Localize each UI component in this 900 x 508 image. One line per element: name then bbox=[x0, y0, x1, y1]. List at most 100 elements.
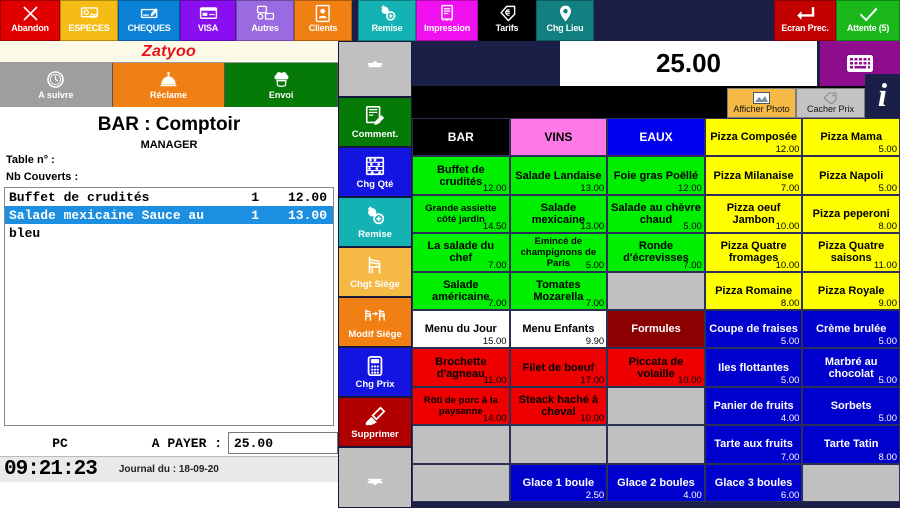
product-button-buffet-de-crudites[interactable]: Buffet de crudités 12.00 bbox=[412, 156, 510, 195]
toolbar-button-tarifs[interactable]: Tarifs bbox=[478, 0, 536, 41]
toolbar-button-attente-5[interactable]: Attente (5) bbox=[836, 0, 900, 41]
action-button-comment[interactable]: Comment. bbox=[338, 97, 412, 147]
product-button-pizza-romaine[interactable]: Pizza Romaine 8.00 bbox=[704, 271, 803, 310]
product-button-tarte-tatin[interactable]: Tarte Tatin 8.00 bbox=[802, 425, 900, 464]
action-button-chg-prix[interactable]: Chg Prix bbox=[338, 347, 412, 397]
ticket-line[interactable]: bleu bbox=[5, 224, 333, 242]
toolbar-button-chg-lieu[interactable]: Chg Lieu bbox=[536, 0, 594, 41]
tag-euro-icon bbox=[499, 5, 515, 22]
toolbar-button-especes[interactable]: ESPECES bbox=[60, 0, 118, 41]
product-button-grande-assiette-cote-jardin[interactable]: Grande assiette côté jardin 14.50 bbox=[412, 194, 510, 234]
pay-amount-field[interactable]: 25.00 bbox=[228, 432, 338, 454]
toolbar-button-autres[interactable]: Autres bbox=[236, 0, 294, 41]
toolbar-button-remise[interactable]: Remise bbox=[358, 0, 416, 41]
status-button-label: A suivre bbox=[38, 90, 74, 100]
product-name: Glace 2 boules bbox=[617, 476, 695, 489]
action-button-modif-si-ge[interactable]: Modif Siège bbox=[338, 297, 412, 347]
product-button-marbre-au-chocolat[interactable]: Marbré au chocolat 5.00 bbox=[802, 348, 900, 387]
status-button-a-suivre[interactable]: A suivre bbox=[0, 63, 113, 107]
product-button-creme-brulee[interactable]: Crème brulée 5.00 bbox=[802, 309, 900, 349]
product-button-empty bbox=[802, 463, 900, 502]
product-button-panier-de-fruits[interactable]: Panier de fruits 4.00 bbox=[704, 386, 803, 426]
product-button-empty bbox=[607, 271, 705, 310]
info-icon[interactable]: i bbox=[865, 74, 900, 118]
product-button-pizza-quatre-fromages[interactable]: Pizza Quatre fromages 10.00 bbox=[704, 233, 803, 272]
product-button-brochette-d-agneau[interactable]: Brochette d'agneau 11.00 bbox=[412, 348, 510, 387]
ticket-line[interactable]: Salade mexicaine Sauce au 1 13.00 bbox=[5, 206, 333, 224]
category-button-eaux[interactable]: EAUX bbox=[607, 118, 705, 157]
toolbar-button-clients[interactable]: Clients bbox=[294, 0, 352, 41]
product-button-pizza-quatre-saisons[interactable]: Pizza Quatre saisons 11.00 bbox=[802, 233, 900, 272]
product-button-glace-2-boules[interactable]: Glace 2 boules 4.00 bbox=[607, 463, 705, 502]
action-button-scroll-down[interactable] bbox=[338, 447, 412, 508]
status-button-r-clame[interactable]: Réclame bbox=[112, 63, 226, 107]
action-button-remise[interactable]: Remise bbox=[338, 197, 412, 247]
product-button-coupe-de-fraises[interactable]: Coupe de fraises 5.00 bbox=[704, 309, 803, 349]
product-button-pizza-napoli[interactable]: Pizza Napoli 5.00 bbox=[802, 156, 900, 195]
clock-icon bbox=[47, 71, 65, 88]
action-button-label: Comment. bbox=[351, 128, 399, 140]
total-amount: 25.00 bbox=[655, 48, 722, 78]
product-button-filet-de-boeuf[interactable]: Filet de boeuf 17.00 bbox=[509, 348, 608, 387]
toolbar-button-label: Chg Lieu bbox=[546, 23, 584, 33]
scroll-up-icon bbox=[367, 60, 383, 68]
show-photo-button[interactable]: Afficher Photo bbox=[727, 88, 796, 118]
product-button-piccata-de-volaille[interactable]: Piccata de volaille 10.00 bbox=[607, 348, 705, 387]
toolbar-button-impression[interactable]: Impression bbox=[416, 0, 478, 41]
product-button-tarte-aux-fruits[interactable]: Tarte aux fruits 7.00 bbox=[704, 425, 803, 464]
product-price: 5.00 bbox=[683, 221, 702, 233]
product-button-tomates-mozarella[interactable]: Tomates Mozarella 7.00 bbox=[509, 271, 608, 310]
toolbar-button-label: Abandon bbox=[11, 23, 49, 33]
toolbar-button-ecran-prec[interactable]: Ecran Prec. bbox=[774, 0, 836, 41]
product-button-menu-du-jour[interactable]: Menu du Jour 15.00 bbox=[412, 309, 510, 349]
product-button-la-salade-du-chef[interactable]: La salade du chef 7.00 bbox=[412, 233, 510, 272]
product-button-salade-landaise[interactable]: Salade Landaise 13.00 bbox=[509, 156, 608, 195]
product-button-emince-de-champignons-de-paris[interactable]: Emincé de champignons de Paris 5.00 bbox=[509, 233, 608, 272]
ticket-line[interactable]: Buffet de crudités 1 12.00 bbox=[5, 188, 333, 206]
category-button-bar[interactable]: BAR bbox=[412, 118, 510, 157]
product-price: 7.00 bbox=[488, 259, 507, 271]
action-button-scroll-up[interactable] bbox=[338, 41, 412, 97]
status-button-envoi[interactable]: Envoi bbox=[225, 63, 339, 107]
product-area: 25.00 Afficher Photo Cacher Prix i BAR V… bbox=[412, 41, 900, 508]
toolbar-button-abandon[interactable]: Abandon bbox=[0, 0, 60, 41]
product-button-sorbets[interactable]: Sorbets 5.00 bbox=[802, 386, 900, 426]
product-button-pizza-royale[interactable]: Pizza Royale 9.00 bbox=[802, 271, 900, 310]
action-button-label: Chg Qté bbox=[356, 178, 394, 190]
toolbar-button-visa[interactable]: VISA bbox=[180, 0, 236, 41]
product-button-salade-au-chevre-chaud[interactable]: Salade au chèvre chaud 5.00 bbox=[607, 194, 705, 234]
action-button-chgt-si-ge[interactable]: Chgt Siège bbox=[338, 247, 412, 297]
product-button-glace-1-boule[interactable]: Glace 1 boule 2.50 bbox=[509, 463, 608, 502]
product-button-pizza-mama[interactable]: Pizza Mama 5.00 bbox=[802, 118, 900, 157]
product-name: Glace 1 boule bbox=[522, 476, 595, 489]
product-button-iles-flottantes[interactable]: Iles flottantes 5.00 bbox=[704, 348, 803, 387]
product-button-pizza-composee[interactable]: Pizza Composée 12.00 bbox=[704, 118, 803, 157]
product-button-steack-hache-a-cheval[interactable]: Steack haché à cheval 10.00 bbox=[509, 386, 608, 426]
hide-price-button[interactable]: Cacher Prix bbox=[796, 88, 865, 118]
product-button-pizza-milanaise[interactable]: Pizza Milanaise 7.00 bbox=[704, 156, 803, 195]
product-button-salade-mexicaine[interactable]: Salade mexicaine 13.00 bbox=[509, 194, 608, 234]
product-price: 5.00 bbox=[585, 259, 605, 271]
product-price: 12.00 bbox=[678, 182, 702, 194]
product-price: 12.00 bbox=[775, 144, 800, 156]
product-button-menu-enfants[interactable]: Menu Enfants 9.90 bbox=[509, 309, 608, 349]
action-button-chg-qt[interactable]: Chg Qté bbox=[338, 147, 412, 197]
product-button-pizza-oeuf-jambon[interactable]: Pizza oeuf Jambon 10.00 bbox=[704, 194, 803, 234]
toolbar-button-cheques[interactable]: CHEQUES bbox=[118, 0, 180, 41]
category-label: VINS bbox=[544, 130, 573, 145]
chef-icon bbox=[274, 72, 289, 87]
product-button-roti-de-porc-a-la-paysanne[interactable]: Rôti de porc à la paysanne 14.00 bbox=[412, 386, 510, 426]
product-button-salade-americaine[interactable]: Salade américaine 7.00 bbox=[412, 271, 510, 310]
ticket-list[interactable]: Buffet de crudités 1 12.00 Salade mexicaine… bbox=[4, 187, 334, 426]
product-button-glace-3-boules[interactable]: Glace 3 boules 6.00 bbox=[704, 463, 803, 502]
product-button-foie-gras-poelle[interactable]: Foie gras Poëllé 12.00 bbox=[607, 156, 705, 195]
client-icon bbox=[315, 4, 330, 23]
product-button-ronde-d-ecrevisses[interactable]: Ronde d'écrevisses 7.00 bbox=[607, 233, 705, 272]
product-button-pizza-peperoni[interactable]: Pizza peperoni 8.00 bbox=[802, 194, 900, 234]
product-name: Iles flottantes bbox=[718, 361, 790, 374]
journal-date: Journal du : 18-09-20 bbox=[118, 464, 219, 475]
product-button-formules[interactable]: Formules bbox=[607, 309, 705, 349]
category-button-vins[interactable]: VINS bbox=[509, 118, 608, 157]
action-button-supprimer[interactable]: Supprimer bbox=[338, 397, 412, 447]
product-name: Tarte Tatin bbox=[823, 438, 879, 451]
